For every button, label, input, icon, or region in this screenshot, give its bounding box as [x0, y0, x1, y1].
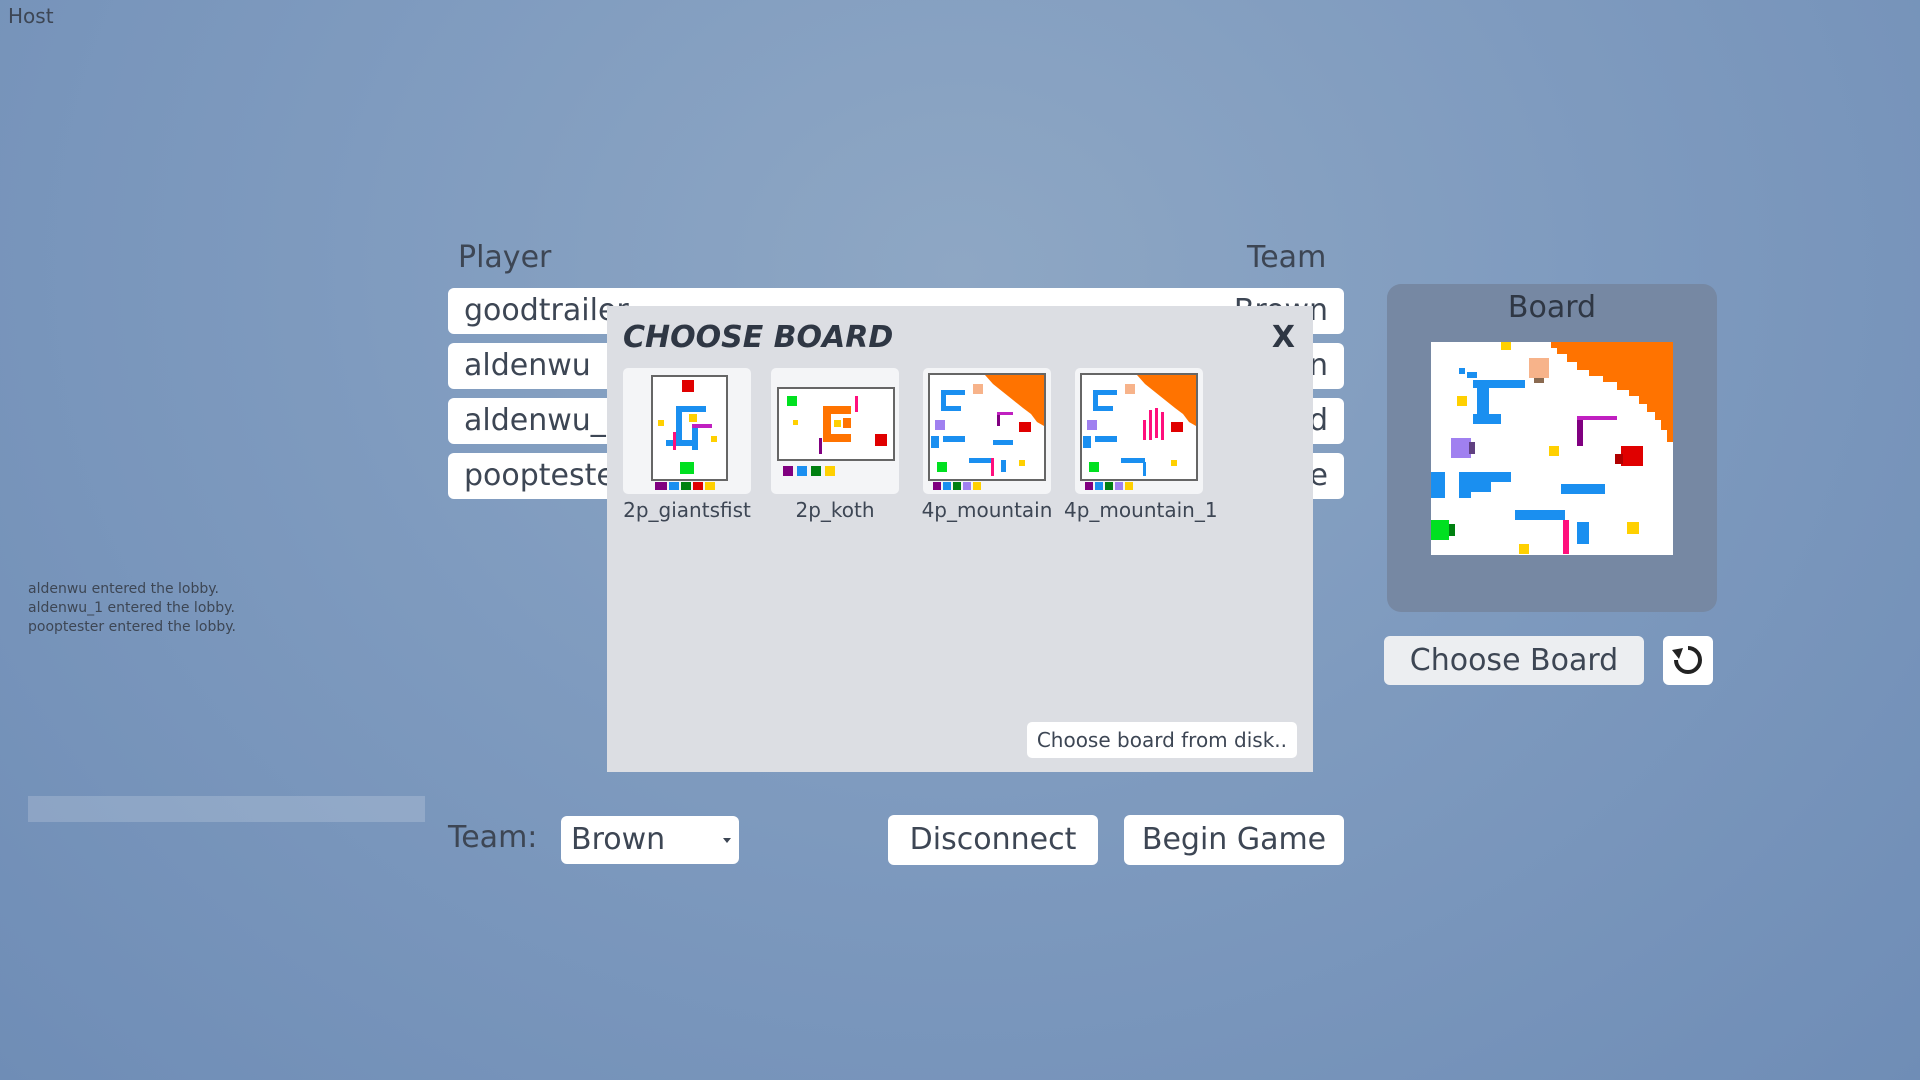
player-name: goodtrailer	[464, 293, 629, 328]
board-name: 4p_mountain_1	[1064, 498, 1218, 522]
log-line: pooptester entered the lobby.	[28, 619, 236, 635]
team-dropdown-value: Brown	[571, 822, 666, 857]
chevron-down-icon	[723, 838, 731, 843]
board-card-4p-mountain[interactable]	[923, 368, 1051, 494]
board-card-2p-giantsfist[interactable]	[623, 368, 751, 494]
board-name: 2p_koth	[795, 498, 875, 522]
chat-input[interactable]	[28, 796, 425, 822]
disconnect-button[interactable]: Disconnect	[888, 815, 1098, 865]
host-label: Host	[8, 4, 54, 28]
board-card-2p-koth[interactable]	[771, 368, 899, 494]
choose-board-from-disk-button[interactable]: Choose board from disk..	[1026, 722, 1297, 758]
log-line: aldenwu_1 entered the lobby.	[28, 600, 235, 616]
player-name: poopteste	[464, 458, 615, 493]
choose-board-button[interactable]: Choose Board	[1384, 636, 1644, 685]
player-column-header: Player	[458, 240, 552, 275]
board-thumbnail	[928, 373, 1046, 490]
board-panel: Board	[1387, 284, 1717, 612]
team-label: Team:	[448, 820, 538, 855]
begin-game-button[interactable]: Begin Game	[1124, 815, 1344, 865]
close-button[interactable]: X	[1272, 320, 1295, 355]
team-dropdown[interactable]: Brown	[561, 816, 739, 864]
board-panel-title: Board	[1507, 290, 1597, 325]
board-thumbnail	[1080, 373, 1198, 490]
board-thumbnail	[651, 375, 728, 490]
board-name: 2p_giantsfist	[623, 498, 751, 522]
board-card-4p-mountain-1[interactable]	[1075, 368, 1203, 494]
team-column-header: Team	[1247, 240, 1327, 275]
player-name: aldenwu	[464, 348, 591, 383]
modal-title: CHOOSE BOARD	[623, 320, 894, 355]
lobby-log: aldenwu entered the lobby. aldenwu_1 ent…	[28, 580, 236, 637]
board-name: 4p_mountain	[921, 498, 1053, 522]
refresh-icon	[1672, 646, 1702, 674]
board-preview	[1431, 342, 1673, 555]
refresh-button[interactable]	[1663, 636, 1713, 685]
choose-board-modal: CHOOSE BOARD X 2p_giantsfist 2p_koth 4p_…	[607, 306, 1313, 772]
log-line: aldenwu entered the lobby.	[28, 581, 219, 597]
player-name: aldenwu_1	[464, 403, 625, 438]
board-thumbnail	[777, 387, 895, 476]
